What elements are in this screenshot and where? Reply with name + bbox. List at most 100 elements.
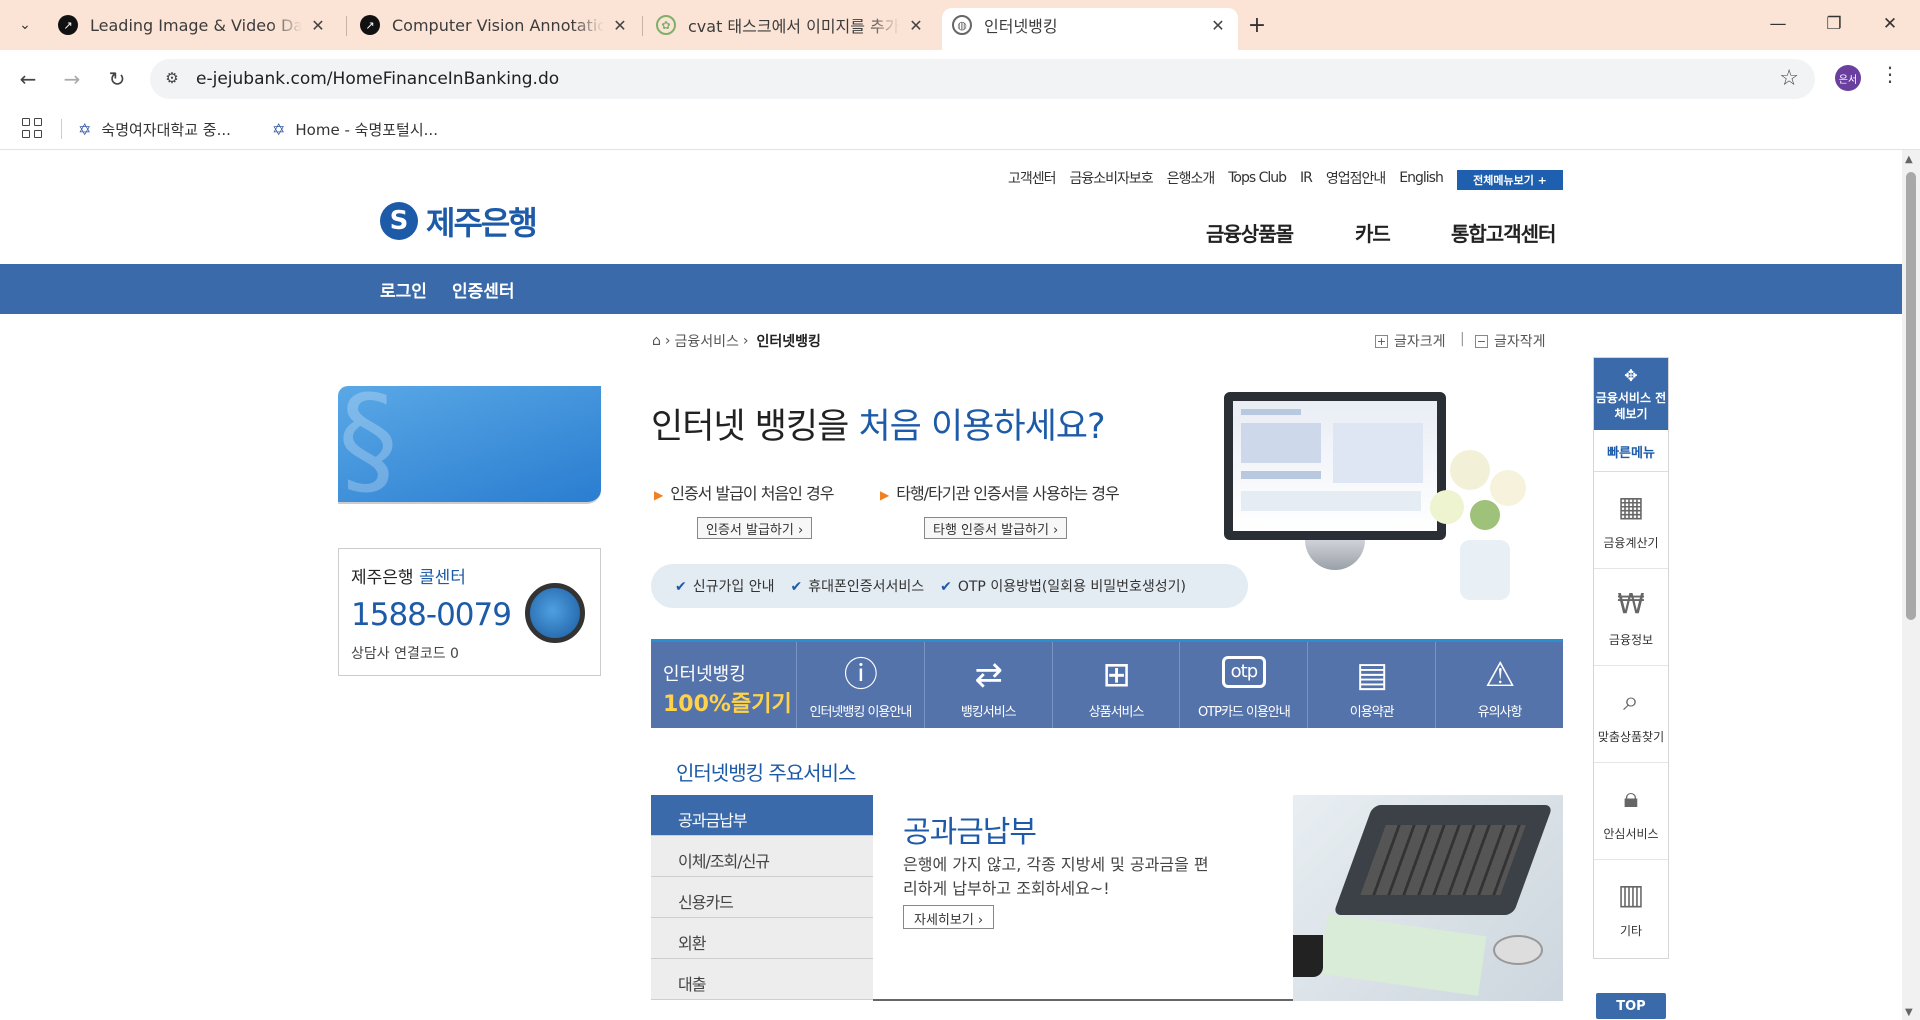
- back-icon[interactable]: ←: [10, 61, 46, 97]
- monitor-stand: [1305, 540, 1365, 570]
- cert-center-link[interactable]: 인증센터: [452, 277, 515, 302]
- apps-grid-icon[interactable]: [22, 118, 42, 138]
- tab-cvat[interactable]: ↗ Computer Vision Annotation T ✕: [350, 8, 640, 42]
- tab-chatgpt[interactable]: ✿ cvat 태스크에서 이미지를 추가 ✕: [646, 8, 936, 42]
- close-icon[interactable]: ✕: [610, 16, 630, 35]
- address-bar[interactable]: ⚙ e-jejubank.com/HomeFinanceInBanking.do…: [150, 59, 1815, 99]
- close-icon[interactable]: ✕: [1208, 16, 1228, 35]
- arrow-up-right-icon: ↗: [360, 15, 380, 35]
- gnb-financial-products[interactable]: 금융상품몰: [1206, 218, 1294, 247]
- window-close-icon[interactable]: ✕: [1862, 0, 1918, 48]
- util-link-english[interactable]: English: [1399, 170, 1444, 186]
- quick-menu-head[interactable]: ✥ 금융서비스 전체보기: [1594, 358, 1668, 430]
- icon-menu-label: 뱅킹서비스: [960, 705, 1017, 720]
- bookmark-sookmyung-2[interactable]: ✡ Home - 숙명포털시...: [272, 116, 438, 142]
- icon-menu-product-service[interactable]: ⊞ 상품서비스: [1053, 642, 1181, 728]
- info-icon: ⓘ: [843, 655, 878, 695]
- bar-chart-icon: ▥: [1617, 878, 1645, 911]
- all-menu-button[interactable]: 전체메뉴보기 +: [1457, 170, 1563, 190]
- scrollbar-thumb[interactable]: [1906, 172, 1916, 620]
- quick-label: 기타: [1619, 924, 1643, 938]
- icon-menu-usage-guide[interactable]: ⓘ 인터넷뱅킹 이용안내: [797, 642, 925, 728]
- gnb-card[interactable]: 카드: [1355, 218, 1391, 247]
- chevron-right-icon: ›: [742, 333, 749, 349]
- services-menu-loan[interactable]: 대출: [651, 959, 873, 1000]
- util-link-branches[interactable]: 영업점안내: [1326, 168, 1386, 188]
- monitor-illustration: [1224, 392, 1446, 540]
- services-menu-credit-card[interactable]: 신용카드: [651, 877, 873, 918]
- hero-title-highlight: 처음 이용하세요?: [858, 407, 1105, 447]
- tab-title: Computer Vision Annotation T: [392, 15, 604, 35]
- util-link-tops-club[interactable]: Tops Club: [1228, 170, 1287, 186]
- coffee-cup: [1293, 935, 1323, 977]
- reload-icon[interactable]: ↻: [99, 61, 135, 97]
- page-scrollbar[interactable]: ▲ ▼: [1902, 150, 1920, 1020]
- clipboard-icon: ▤: [1356, 655, 1388, 695]
- restore-icon[interactable]: ❐: [1806, 0, 1862, 48]
- issue-other-cert-button[interactable]: 타행 인증서 발급하기 ›: [924, 517, 1068, 539]
- quick-label: 금융계산기: [1603, 536, 1659, 550]
- icon-menu-otp-guide[interactable]: otp OTP카드 이용안내: [1180, 642, 1309, 728]
- bookmark-label: 숙명여자대학교 중...: [101, 120, 231, 139]
- main-services-title: 인터넷뱅킹 주요서비스: [676, 757, 856, 786]
- services-menu-forex[interactable]: 외환: [651, 918, 873, 959]
- breadcrumb-current: 인터넷뱅킹: [756, 334, 821, 350]
- util-link-ir[interactable]: IR: [1300, 170, 1313, 186]
- util-link-about-bank[interactable]: 은행소개: [1167, 168, 1216, 188]
- services-menu-transfer[interactable]: 이체/조회/신규: [651, 836, 873, 877]
- scroll-top-button[interactable]: TOP: [1596, 993, 1666, 1019]
- bookmark-sookmyung-1[interactable]: ✡ 숙명여자대학교 중...: [78, 116, 231, 142]
- new-tab-plus-icon[interactable]: +: [1242, 10, 1272, 40]
- site-info-icon[interactable]: ⚙: [162, 69, 182, 89]
- bookmark-star-icon[interactable]: ☆: [1779, 66, 1799, 91]
- gnb-customer-center[interactable]: 통합고객센터: [1451, 218, 1556, 247]
- quick-label: 안심서비스: [1603, 827, 1659, 841]
- scroll-up-icon[interactable]: ▲: [1905, 154, 1913, 165]
- main-services-title-text: 인터넷뱅킹: [676, 761, 769, 785]
- quick-product-finder[interactable]: ⌕ 맞춤상품찾기: [1594, 666, 1668, 763]
- tab-search-chevron-icon[interactable]: ⌄: [10, 10, 40, 40]
- jeju-bank-logo[interactable]: S 제주은행: [380, 198, 538, 244]
- icon-menu-terms[interactable]: ▤ 이용약관: [1308, 642, 1437, 728]
- login-link[interactable]: 로그인: [380, 277, 427, 302]
- url-text[interactable]: e-jejubank.com/HomeFinanceInBanking.do: [196, 69, 559, 89]
- util-link-customer-center[interactable]: 고객센터: [1008, 168, 1057, 188]
- quick-calculator[interactable]: ▦ 금융계산기: [1594, 472, 1668, 569]
- util-link-consumer-protection[interactable]: 금융소비자보호: [1070, 168, 1154, 188]
- transfer-icon: ⇄: [974, 655, 1002, 695]
- more-button[interactable]: 자세히보기 ›: [903, 905, 995, 929]
- forward-icon[interactable]: →: [54, 61, 90, 97]
- otp-guide-link[interactable]: OTP 이용방법(일회용 비밀번호생성기): [940, 576, 1186, 596]
- font-smaller-button[interactable]: − 글자작게: [1475, 331, 1546, 351]
- left-promo-banner[interactable]: §: [338, 386, 601, 504]
- signup-guide-link[interactable]: 신규가입 안내: [675, 576, 775, 596]
- close-icon[interactable]: ✕: [308, 16, 328, 35]
- close-icon[interactable]: ✕: [906, 16, 926, 35]
- warning-icon: ⚠: [1484, 655, 1516, 695]
- minimize-icon[interactable]: —: [1750, 0, 1806, 48]
- bookmarks-separator: [61, 119, 62, 139]
- mobile-cert-link[interactable]: 휴대폰인증서서비스: [790, 576, 924, 596]
- quick-safety-service[interactable]: 🔒︎ 안심서비스: [1594, 763, 1668, 860]
- services-menu-utility-payment[interactable]: 공과금납부: [651, 795, 873, 836]
- icon-menu-banking-service[interactable]: ⇄ 뱅킹서비스: [925, 642, 1053, 728]
- monitor-screen: [1233, 401, 1437, 531]
- tab-strip: ⌄ ↗ Leading Image & Video Data A ✕ ↗ Com…: [0, 0, 1920, 50]
- tab-internet-banking[interactable]: ◍ 인터넷뱅킹 ✕: [942, 8, 1238, 50]
- font-bigger-button[interactable]: + 글자크게: [1375, 331, 1446, 351]
- won-document-icon: ₩: [1617, 587, 1645, 620]
- sub-nav-bar: 로그인 인증센터: [0, 264, 1902, 314]
- profile-avatar[interactable]: 은서: [1835, 65, 1861, 91]
- home-icon[interactable]: ⌂: [652, 333, 661, 349]
- scroll-down-icon[interactable]: ▼: [1905, 1007, 1913, 1018]
- services-panel-desc: 은행에 가지 않고, 각종 지방세 및 공과금을 편리하게 납부하고 조회하세요…: [903, 855, 1209, 898]
- issue-cert-button[interactable]: 인증서 발급하기 ›: [697, 517, 813, 539]
- browser-menu-icon[interactable]: ⋮: [1880, 62, 1900, 86]
- quick-finance-info[interactable]: ₩ 금융정보: [1594, 569, 1668, 666]
- icon-menu-cautions[interactable]: ⚠ 유의사항: [1436, 642, 1563, 728]
- breadcrumb-parent[interactable]: 금융서비스: [675, 331, 739, 351]
- chatgpt-icon: ✿: [656, 15, 676, 35]
- quick-others[interactable]: ▥ 기타: [1594, 860, 1668, 957]
- tab-leading-image[interactable]: ↗ Leading Image & Video Data A ✕: [48, 8, 338, 42]
- hero-title: 인터넷 뱅킹을 처음 이용하세요?: [651, 398, 1106, 449]
